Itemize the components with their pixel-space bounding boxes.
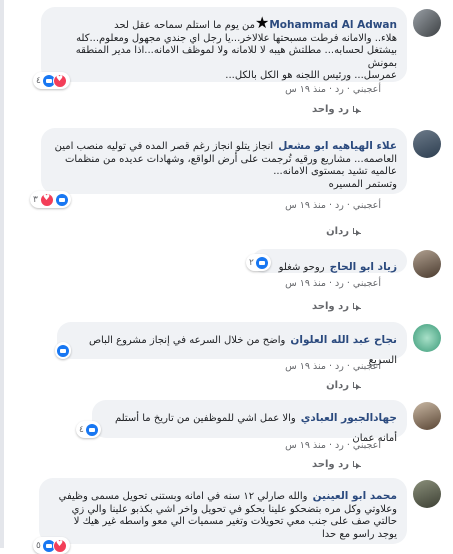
love-reaction-icon: [39, 192, 54, 207]
love-reaction-icon: [52, 73, 67, 88]
comment-text-line: وتستمر المسيره: [328, 178, 397, 190]
comment-header: Mohammad Al Adwan★من يوم ما استلم سماحه …: [51, 13, 397, 33]
like-reaction-icon: [57, 344, 69, 357]
comment-text-line: بيشتغل لحسابه... مطلتش هيبه لا للامانه و…: [75, 45, 397, 69]
avatar[interactable]: [413, 402, 441, 430]
comment-bubble: محمد ابو العينين والله صارلي ١٢ سنه في ا…: [39, 478, 407, 544]
view-replies-link[interactable]: رد واحد: [312, 459, 363, 470]
comment-actions[interactable]: أعجبني · رد · منذ ١٩ س: [285, 278, 381, 289]
view-replies-link[interactable]: رد واحد: [312, 301, 363, 312]
author-name[interactable]: نجاح عبد الله العلوان: [290, 334, 397, 346]
avatar[interactable]: [413, 9, 441, 37]
author-name[interactable]: Mohammad Al Adwan: [269, 19, 397, 31]
comment-text-line: انجاز يتلو انجاز رغم قصر المده في توليه …: [54, 141, 274, 152]
like-reaction-icon: [55, 193, 68, 206]
reaction-count[interactable]: ٤: [76, 421, 101, 438]
comment-text-line: العاصمه... مشاريع ورقيه تُرجمت على أرض ا…: [64, 153, 397, 165]
comment-bubble: علاء الهياهيه ابو مشعل انجاز يتلو انجاز …: [41, 128, 407, 194]
comment-text-line: من يوم ما استلم سماحه عقل لحد: [114, 20, 255, 31]
reaction-count[interactable]: ٥: [33, 537, 70, 554]
author-name[interactable]: زياد ابو الحاج: [330, 261, 397, 273]
comment-bubble: Mohammad Al Adwan★من يوم ما استلم سماحه …: [41, 7, 407, 82]
comment-text-line: يوجد راسو مع حدا: [322, 528, 397, 540]
reply-arrow-icon: [353, 227, 363, 236]
avatar[interactable]: [413, 130, 441, 158]
avatar[interactable]: [413, 250, 441, 278]
like-reaction-icon: [85, 423, 98, 436]
love-reaction-icon: [52, 538, 67, 553]
author-name[interactable]: علاء الهياهيه ابو مشعل: [278, 140, 397, 152]
avatar[interactable]: [413, 480, 441, 508]
view-replies-link[interactable]: ردان: [326, 226, 363, 237]
comment-bubble: زياد ابو الحاج روحو شغلو: [252, 249, 407, 273]
author-name[interactable]: جهادالجبور العبادي: [301, 412, 397, 424]
comment-actions[interactable]: أعجبني · رد · منذ ١٩ س: [285, 200, 381, 211]
reaction-count[interactable]: ٤: [33, 72, 70, 89]
comment-text-line: والله صارلي ١٢ سنه في امانه وبستنى تحويل…: [58, 491, 308, 502]
comment-actions[interactable]: أعجبني · رد · منذ ١٩ س: [285, 361, 381, 372]
comment-text-line: عالميه تشيد بمستوى الامانه...: [273, 166, 397, 177]
comment-text-line: حالتي صف على جنب معي تحويلات وتغير مسميا…: [73, 516, 397, 527]
view-replies-link[interactable]: رد واحد: [312, 104, 363, 115]
view-replies-link[interactable]: ردان: [326, 380, 363, 391]
reply-arrow-icon: [353, 460, 363, 469]
comment-text-line: روحو شغلو: [278, 262, 325, 273]
comment-header: محمد ابو العينين والله صارلي ١٢ سنه في ا…: [49, 484, 397, 504]
comment-text-line: عمرسل... ورئيس اللجنه هو الكل بالكل...: [225, 70, 397, 81]
avatar[interactable]: [413, 324, 441, 352]
comment-text-line: وعلاوتي وكل مره بتضحكو علينا بحكو في تحو…: [71, 503, 397, 515]
comment-actions[interactable]: أعجبني · رد · منذ ١٩ س: [285, 84, 381, 95]
reaction-count[interactable]: ٢: [246, 254, 271, 271]
reaction-count[interactable]: [55, 342, 71, 359]
comment-header: علاء الهياهيه ابو مشعل انجاز يتلو انجاز …: [51, 134, 397, 154]
comment-bubble: نجاح عبد الله العلوان واضح من خلال السرع…: [57, 322, 407, 366]
thread-rail: [0, 0, 4, 548]
reaction-count[interactable]: ٣: [30, 191, 71, 208]
author-name[interactable]: محمد ابو العينين: [313, 490, 397, 502]
comment-bubble: جهادالجبور العبادي والا عمل اشي للموظفين…: [92, 400, 407, 444]
top-fan-star-icon: ★: [255, 13, 270, 32]
reply-arrow-icon: [353, 105, 363, 114]
reply-arrow-icon: [353, 302, 363, 311]
reply-arrow-icon: [353, 381, 363, 390]
like-reaction-icon: [255, 256, 268, 269]
comment-actions[interactable]: أعجبني · رد · منذ ١٩ س: [285, 440, 381, 451]
comment-text-line: هلاء.. والامانه فرطت مسبحتها علالاخر...ي…: [76, 32, 397, 44]
